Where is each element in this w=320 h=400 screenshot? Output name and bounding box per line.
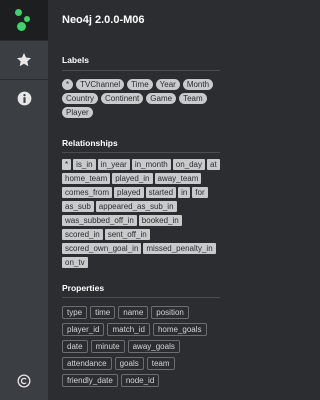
properties-heading: Properties	[62, 283, 105, 293]
relationship-tag[interactable]: in_year	[97, 159, 130, 170]
copyright-icon	[17, 374, 31, 388]
relationship-tag[interactable]: *	[62, 159, 72, 170]
label-tag[interactable]: *	[62, 79, 74, 90]
relationship-tag[interactable]: started	[145, 187, 177, 198]
relationship-tag[interactable]: as_sub	[62, 201, 94, 212]
relationship-tag[interactable]: home_team	[62, 173, 111, 184]
label-tag[interactable]: Player	[62, 107, 93, 118]
relationships-divider	[62, 152, 220, 153]
relationship-tag[interactable]: scored_in	[62, 229, 103, 240]
relationship-tag[interactable]: comes_from	[62, 187, 113, 198]
property-tag[interactable]: away_goals	[127, 340, 180, 353]
labels-divider	[62, 70, 220, 71]
relationship-tag[interactable]: in	[178, 187, 191, 198]
relationship-tag[interactable]: scored_own_goal_in	[62, 243, 142, 254]
relationship-tag[interactable]: on_tv	[62, 257, 88, 268]
relationship-tag[interactable]: played	[114, 187, 144, 198]
relationship-tag[interactable]: appeared_as_sub_in	[95, 201, 177, 212]
relationships-heading: Relationships	[62, 138, 118, 148]
relationship-tag[interactable]: at	[207, 159, 220, 170]
about-button[interactable]	[0, 362, 48, 400]
relationships-list: * is_in in_year in_month on_day at home_team pl…	[62, 159, 224, 271]
label-tag[interactable]: Year	[155, 79, 180, 90]
info-icon	[17, 91, 31, 105]
property-tag[interactable]: goals	[114, 357, 144, 370]
relationship-tag[interactable]: missed_penalty_in	[143, 243, 216, 254]
property-tag[interactable]: friendly_date	[62, 374, 118, 387]
info-button[interactable]	[0, 79, 48, 117]
label-tag[interactable]: Team	[179, 93, 207, 104]
property-tag[interactable]: type	[62, 306, 88, 319]
label-tag[interactable]: TVChannel	[76, 79, 125, 90]
sidebar	[0, 0, 48, 400]
property-tag[interactable]: minute	[90, 340, 125, 353]
property-tag[interactable]: home_goals	[152, 323, 207, 336]
property-tag[interactable]: name	[118, 306, 149, 319]
info-panel: Neo4j 2.0.0-M06 Labels * TVChannel Time Yea…	[48, 0, 226, 400]
relationship-tag[interactable]: played_in	[112, 173, 153, 184]
relationship-tag[interactable]: on_day	[172, 159, 205, 170]
label-tag[interactable]: Month	[182, 79, 214, 90]
relationship-tag[interactable]: away_team	[154, 173, 202, 184]
labels-heading: Labels	[62, 55, 89, 65]
property-tag[interactable]: node_id	[120, 374, 160, 387]
property-tag[interactable]: position	[151, 306, 189, 319]
properties-divider	[62, 297, 220, 298]
property-tag[interactable]: player_id	[62, 323, 105, 336]
property-tag[interactable]: team	[146, 357, 175, 370]
relationship-tag[interactable]: booked_in	[138, 215, 182, 226]
favorites-button[interactable]	[0, 41, 48, 79]
relationship-tag[interactable]: sent_off_in	[104, 229, 150, 240]
property-tag[interactable]: attendance	[62, 357, 112, 370]
neo4j-logo[interactable]	[0, 0, 48, 40]
label-tag[interactable]: Time	[127, 79, 153, 90]
properties-list: type time name position player_id match_id hom…	[62, 306, 224, 391]
relationship-tag[interactable]: in_month	[131, 159, 171, 170]
property-tag[interactable]: time	[90, 306, 116, 319]
property-tag[interactable]: date	[62, 340, 88, 353]
property-tag[interactable]: match_id	[107, 323, 150, 336]
label-tag[interactable]: Game	[146, 93, 177, 104]
app-title: Neo4j 2.0.0-M06	[62, 14, 145, 26]
label-tag[interactable]: Continent	[101, 93, 144, 104]
relationship-tag[interactable]: for	[192, 187, 208, 198]
star-icon	[17, 53, 31, 67]
label-tag[interactable]: Country	[62, 93, 99, 104]
labels-list: * TVChannel Time Year Month Country Continent G…	[62, 79, 224, 121]
relationship-tag[interactable]: is_in	[73, 159, 96, 170]
relationship-tag[interactable]: was_subbed_off_in	[62, 215, 137, 226]
